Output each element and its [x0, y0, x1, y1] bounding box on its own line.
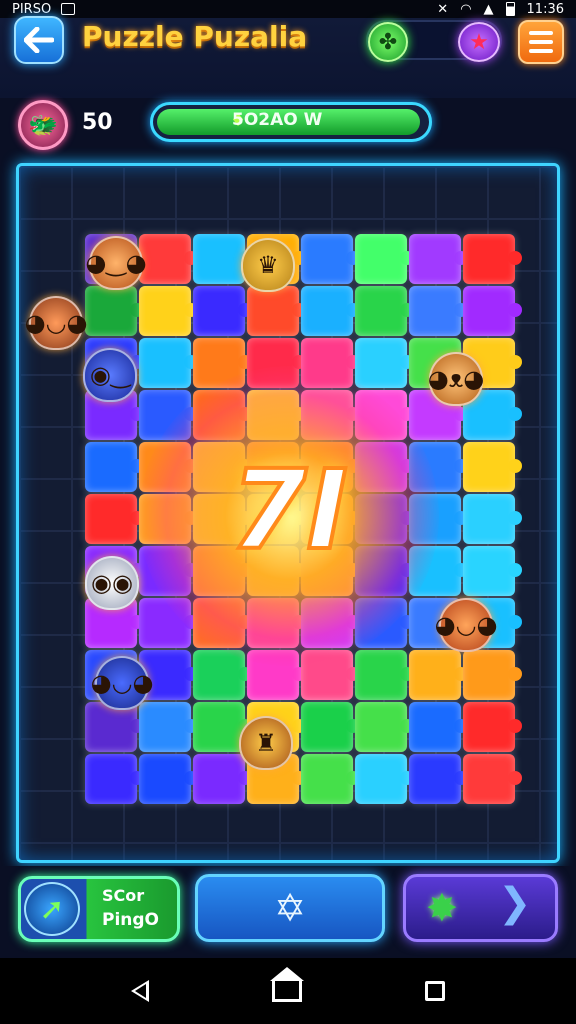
puzzle-piece[interactable] [355, 286, 414, 336]
back-button[interactable] [14, 16, 64, 64]
puzzle-piece[interactable] [247, 286, 306, 336]
hint-button[interactable]: ✡ [195, 874, 385, 942]
bird-character[interactable]: ◉‿ [83, 348, 137, 402]
battery-icon [505, 2, 515, 16]
score-value: 50 [82, 110, 113, 135]
puzzle-piece[interactable] [355, 754, 414, 804]
clover-icon[interactable]: ✤ [368, 22, 408, 62]
puzzle-piece[interactable] [409, 650, 468, 700]
ghost-character[interactable]: ◉◉ [85, 556, 139, 610]
level-number: 7I [228, 444, 349, 576]
puzzle-piece[interactable] [409, 702, 468, 752]
puzzle-piece[interactable] [301, 234, 360, 284]
horn-character[interactable]: ♜ [239, 716, 293, 770]
puzzle-piece[interactable] [139, 234, 198, 284]
puzzle-piece[interactable] [301, 702, 360, 752]
puzzle-piece[interactable] [355, 702, 414, 752]
puzzle-piece[interactable] [193, 650, 252, 700]
puzzle-piece[interactable] [463, 286, 522, 336]
dog-character[interactable]: ◕ᴥ◕ [428, 352, 484, 406]
puzzle-piece[interactable] [355, 338, 414, 388]
wifi-icon: ◠ [460, 1, 472, 17]
puzzle-piece[interactable] [193, 234, 252, 284]
puzzle-piece[interactable] [85, 494, 144, 544]
star-outline-icon: ✡ [274, 886, 306, 930]
puzzle-piece[interactable] [463, 494, 522, 544]
puzzle-piece[interactable] [85, 286, 144, 336]
game-title: Puzzle Puzalia [82, 20, 308, 53]
puzzle-piece[interactable] [139, 338, 198, 388]
puzzle-piece[interactable] [139, 702, 198, 752]
carrier-label: PIRSO [12, 1, 52, 17]
booster-label-1: SCor [102, 886, 145, 905]
puzzle-piece[interactable] [139, 286, 198, 336]
booster-label-2: PingO [102, 910, 160, 930]
puzzle-piece[interactable] [463, 546, 522, 596]
puzzle-piece[interactable] [463, 234, 522, 284]
puzzle-piece[interactable] [409, 754, 468, 804]
puzzle-board[interactable]: 7I ◕‿◕ ◕◡◕ ◉‿ ◕ᴥ◕ ◉◉ ◕◡◕ ◕◡◕ ♜ ♛ [16, 163, 560, 863]
puzzle-piece[interactable] [193, 754, 252, 804]
next-arrow-icon: ❯ [498, 880, 532, 926]
signal-icon: ▲ [483, 1, 494, 17]
menu-button[interactable] [518, 20, 564, 64]
puzzle-piece[interactable] [463, 702, 522, 752]
player-avatar[interactable]: 🐲 [18, 100, 68, 150]
puzzle-piece[interactable] [355, 234, 414, 284]
puzzle-piece[interactable] [301, 286, 360, 336]
clock: 11:36 [526, 1, 564, 17]
nav-back-icon[interactable] [131, 980, 150, 1002]
puzzle-piece[interactable] [463, 442, 522, 492]
burst-icon: ✸ [426, 886, 458, 930]
star-icon[interactable]: ★ [458, 22, 500, 62]
puzzle-piece[interactable] [193, 702, 252, 752]
status-bar: PIRSO ✕ ◠ ▲ 11:36 [0, 0, 576, 18]
hero-character[interactable]: ◕◡◕ [91, 656, 153, 710]
cat-character[interactable]: ◕◡◕ [25, 296, 87, 350]
trophy-character[interactable]: ♛ [241, 238, 295, 292]
notification-icon [61, 3, 76, 15]
puzzle-piece[interactable] [85, 754, 144, 804]
puzzle-piece[interactable] [85, 442, 144, 492]
navigation-bar [0, 958, 576, 1024]
progress-text: 5O2AO W [232, 110, 323, 130]
nav-recents-icon[interactable] [424, 981, 445, 1001]
arrow-icon[interactable]: ➚ [24, 882, 80, 936]
puzzle-piece[interactable] [139, 754, 198, 804]
puzzle-piece[interactable] [193, 286, 252, 336]
puzzle-piece[interactable] [355, 650, 414, 700]
nav-home-icon[interactable] [269, 967, 304, 1002]
back-arrow-icon [24, 27, 54, 53]
puzzle-piece[interactable] [463, 650, 522, 700]
fox-character[interactable]: ◕‿◕ [85, 236, 147, 290]
puzzle-piece[interactable] [409, 234, 468, 284]
puzzle-piece[interactable] [301, 754, 360, 804]
puzzle-piece[interactable] [463, 754, 522, 804]
puzzle-piece[interactable] [409, 286, 468, 336]
squirrel-character[interactable]: ◕◡◕ [435, 598, 497, 652]
mute-icon: ✕ [437, 1, 449, 17]
